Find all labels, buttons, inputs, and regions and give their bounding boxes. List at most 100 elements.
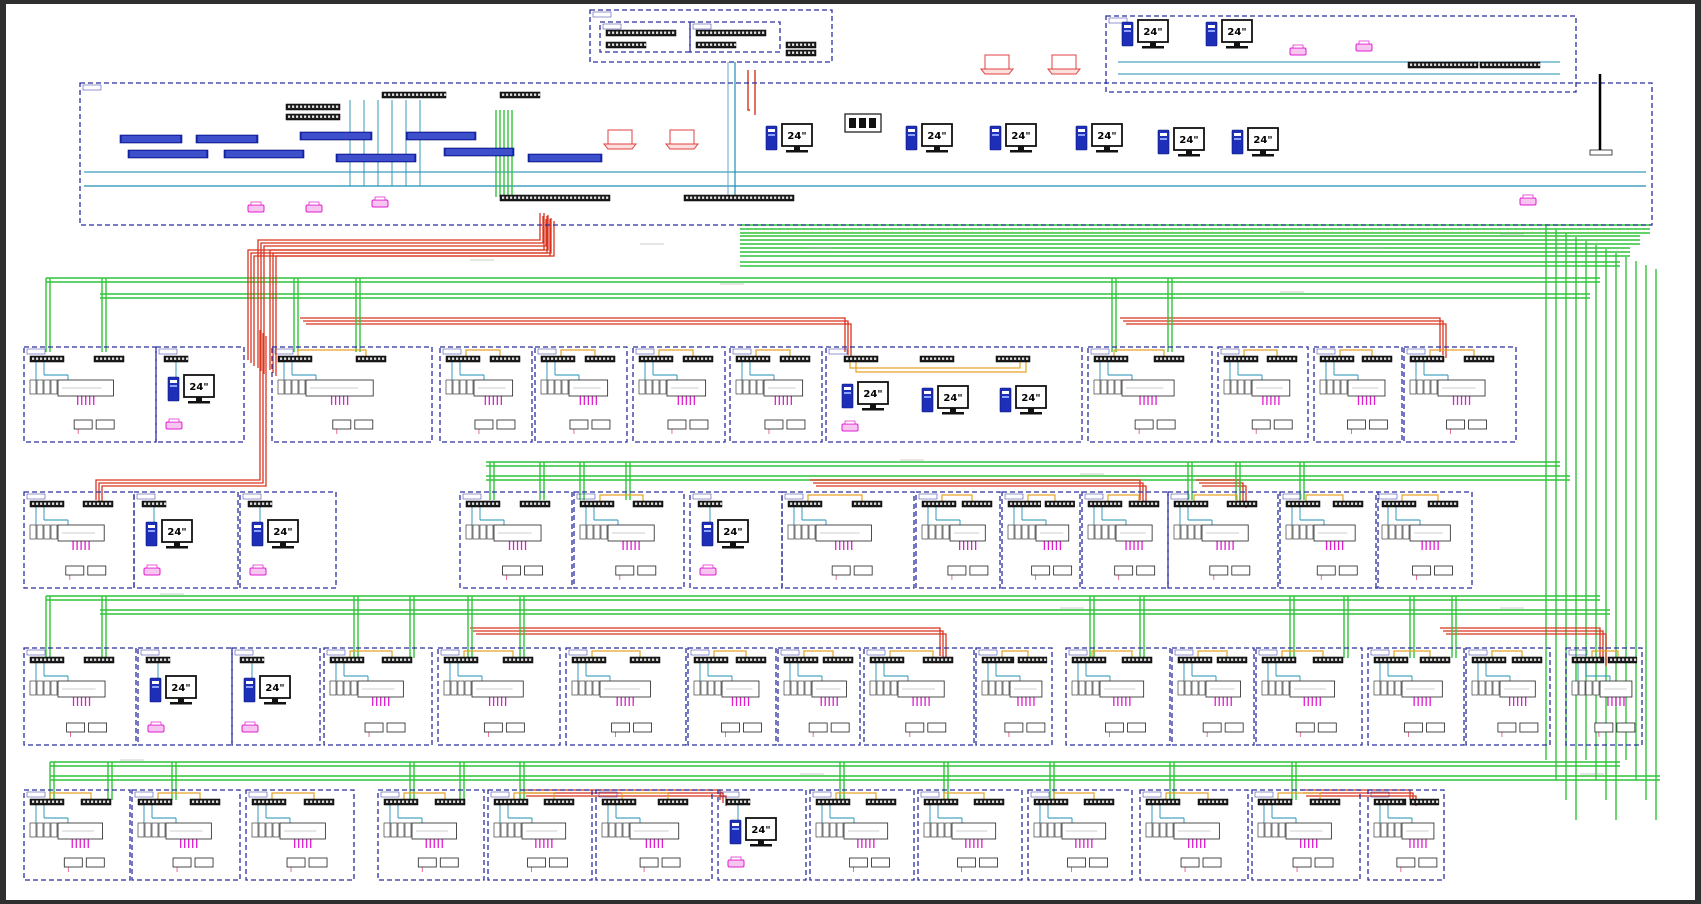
switch-port (1277, 357, 1280, 360)
switch-port (246, 658, 249, 661)
switch-port (1104, 357, 1107, 360)
switch-icon (465, 500, 501, 508)
laptop-base (602, 143, 638, 150)
switch-port (854, 502, 857, 505)
switch-port (846, 800, 849, 803)
switch-port (1412, 800, 1415, 803)
switch-port (608, 800, 611, 803)
switch-port (144, 800, 147, 803)
switch-port (1047, 502, 1050, 505)
panel-module (251, 822, 259, 838)
switch-port (168, 800, 171, 803)
switch-port (653, 357, 656, 360)
panel-module (493, 822, 501, 838)
switch-port (988, 658, 991, 661)
switch-port (562, 196, 565, 199)
panel-module (450, 680, 458, 696)
panel-module (579, 524, 587, 540)
switch-port (1002, 357, 1005, 360)
switch-port (505, 658, 508, 661)
keyboard (170, 702, 192, 705)
switch-port (83, 800, 86, 803)
switch-port (394, 800, 397, 803)
switch-port (722, 31, 725, 34)
drive-bay (1002, 391, 1009, 394)
switch-port (880, 800, 883, 803)
printer-icon (1338, 565, 1358, 576)
switch-port (1235, 658, 1238, 661)
printer-paper (250, 201, 262, 206)
switch-port (1028, 658, 1031, 661)
switch-icon (815, 798, 851, 806)
panel-module (693, 680, 701, 696)
panel-module (1184, 680, 1192, 696)
switch-port (1388, 502, 1391, 505)
monitor-size-label: 24" (1179, 135, 1198, 146)
panel-module (659, 379, 667, 395)
panel-module (742, 379, 750, 395)
printer-icon (194, 857, 214, 868)
monitor-stand (950, 408, 956, 412)
switch-port (620, 31, 623, 34)
panel-module (1002, 680, 1010, 696)
panel-module (783, 680, 791, 696)
switch-port (1148, 658, 1151, 661)
switch-port (665, 357, 668, 360)
switch-port (598, 196, 601, 199)
printer-icon (549, 857, 568, 868)
panel-module (158, 822, 166, 838)
panel-module (1416, 379, 1424, 395)
switch-port (1172, 357, 1175, 360)
switch-port (1518, 658, 1521, 661)
panel-module (1492, 680, 1500, 696)
switch-port (502, 93, 505, 96)
printer-paper (844, 420, 856, 425)
switch-port (1219, 658, 1222, 661)
panel-module (277, 379, 285, 395)
switch-port (1180, 357, 1183, 360)
switch-port (500, 357, 503, 360)
switch-port (538, 196, 541, 199)
switch-port (1176, 502, 1179, 505)
switch-port (937, 658, 940, 661)
switch-port (1131, 502, 1134, 505)
drive-bay (992, 134, 999, 136)
switch-port (700, 502, 703, 505)
panel-module (1187, 524, 1195, 540)
switch-port (1434, 658, 1437, 661)
switch-port (1285, 357, 1288, 360)
switch-port (555, 357, 558, 360)
switch-port (178, 357, 181, 360)
monitor-stand (178, 698, 184, 702)
panel-module (1021, 524, 1029, 540)
monitor-size-label: 24" (863, 389, 882, 400)
switch-port (106, 658, 109, 661)
switch-port (242, 658, 245, 661)
switch-icon (1257, 798, 1293, 806)
monitor-stand (1104, 146, 1110, 150)
switch-icon (1319, 355, 1355, 363)
switch-port (476, 357, 479, 360)
switch-port (90, 658, 93, 661)
switch-port (714, 43, 717, 46)
switch-port (922, 357, 925, 360)
switch-port (1478, 357, 1481, 360)
switch-port (1246, 357, 1249, 360)
switch-icon (693, 656, 729, 664)
switch-port (742, 196, 745, 199)
panel-module (1092, 680, 1100, 696)
switch-port (1330, 357, 1333, 360)
patch-module (869, 118, 876, 128)
switch-port (766, 357, 769, 360)
switch-port (1102, 502, 1105, 505)
panel-module (554, 379, 562, 395)
switch-port (868, 800, 871, 803)
printer-icon (1468, 419, 1487, 430)
switch-port (672, 31, 675, 34)
switch-port (664, 31, 667, 34)
switch-port (1026, 502, 1029, 505)
switch-port (1128, 658, 1131, 661)
printer-icon (1497, 722, 1517, 733)
switch-port (1316, 502, 1319, 505)
switch-port (166, 357, 169, 360)
